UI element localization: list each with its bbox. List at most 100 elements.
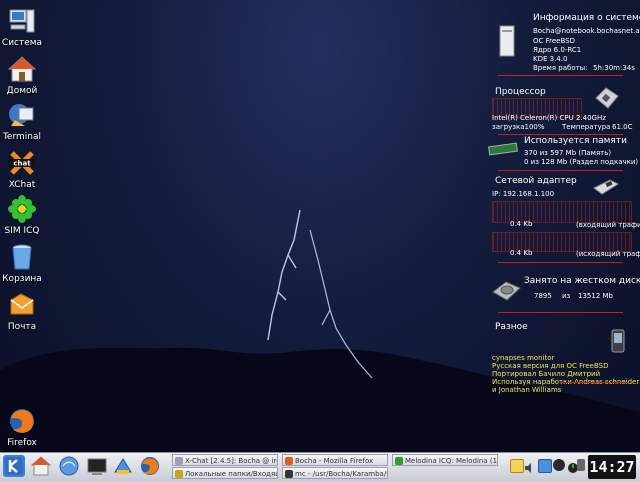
task-icq[interactable]: Melodina ICQ: Melodina (1787 bbox=[392, 454, 498, 466]
cpu-title: Процессор bbox=[495, 87, 546, 97]
desktop-icon-label: Корзина bbox=[2, 274, 42, 284]
network-in-label: (входящий трафик) bbox=[576, 221, 640, 229]
kmail-icon bbox=[114, 458, 132, 474]
firefox-icon bbox=[141, 457, 159, 475]
desktop-icon-label: Terminal bbox=[2, 132, 42, 142]
sysinfo-kde: KDE 3.4.0 bbox=[533, 55, 568, 63]
divider bbox=[498, 170, 623, 171]
task-label: mc - /usr/Bocha/Karamba/frenc bbox=[295, 470, 387, 478]
desktop-icon-label: Почта bbox=[7, 322, 37, 332]
network-card-icon bbox=[593, 179, 620, 195]
trash-icon bbox=[12, 244, 32, 270]
xchat-icon: chat bbox=[9, 151, 35, 175]
misc-line-3: Портировал Бачило Дмитрий bbox=[492, 370, 601, 378]
task-kmail[interactable]: Локальные папки/Входящ bbox=[172, 467, 278, 479]
cpu-chip-icon bbox=[595, 87, 619, 109]
desktop-icon-label: Система bbox=[1, 38, 43, 48]
cpu-temp-label: Температура bbox=[562, 123, 611, 131]
firefox-icon bbox=[285, 457, 293, 465]
kmail-launcher[interactable] bbox=[112, 455, 134, 477]
desktop-icon-label: SIM ICQ bbox=[4, 226, 40, 236]
mail-icon bbox=[10, 293, 34, 315]
divider bbox=[498, 312, 623, 313]
misc-line-5: и Jonathan Williams bbox=[492, 386, 562, 394]
svg-text:chat: chat bbox=[13, 160, 31, 168]
network-in-rate: 0.4 Kb bbox=[510, 220, 533, 228]
desktop-icon-home[interactable]: Домой bbox=[0, 54, 44, 96]
task-label: Bocha - Mozilla Firefox bbox=[295, 457, 374, 465]
memory-swap: 0 из 128 Mb (Раздел подкачки) bbox=[524, 158, 639, 166]
divider bbox=[498, 134, 623, 135]
konqueror-icon bbox=[59, 456, 79, 476]
icq-flower-icon bbox=[395, 457, 403, 465]
monitor-icon[interactable] bbox=[577, 459, 585, 471]
volume-icon[interactable] bbox=[524, 459, 536, 473]
clock[interactable]: 14:27 bbox=[588, 455, 636, 479]
sysinfo-host: Bocha@notebook.bochasnet.acac bbox=[533, 27, 640, 35]
task-xchat[interactable]: X-Chat [2.4.5]: Bocha @ irc.ru bbox=[172, 454, 278, 466]
disk-title: Занято на жестком диске bbox=[524, 276, 640, 286]
sysinfo-uptime-label: Время работы: bbox=[533, 64, 588, 72]
pc-tower-icon bbox=[499, 25, 515, 57]
terminal-icon bbox=[285, 470, 293, 478]
kde-menu-icon bbox=[5, 457, 23, 475]
divider bbox=[498, 262, 623, 263]
desktop-icon-label: Домой bbox=[6, 86, 38, 96]
disk-used: 7895 bbox=[534, 292, 552, 300]
firefox-launcher[interactable] bbox=[139, 455, 161, 477]
desktop-icon-xchat[interactable]: chat XChat bbox=[0, 148, 44, 190]
network-out-label: (исходящий трафик) bbox=[576, 250, 640, 258]
system-monitor-widget: Информация о системе Bocha@notebook.boch… bbox=[488, 8, 640, 398]
cpu-temp: 61.0C bbox=[612, 123, 633, 131]
pda-icon bbox=[611, 329, 625, 353]
sysinfo-os: ОС FreeBSD bbox=[533, 37, 575, 45]
desktop-icon-system[interactable]: Система bbox=[0, 6, 44, 48]
cpu-model: Intel(R) Celeron(R) CPU 2.40GHz bbox=[492, 114, 606, 122]
firefox-icon bbox=[10, 409, 34, 433]
cpu-load: загрузка100% bbox=[492, 123, 545, 131]
desktop-icon-sim-icq[interactable]: SIM ICQ bbox=[0, 194, 44, 236]
misc-line-1: cynapses monitor bbox=[492, 354, 555, 362]
kde-menu-button[interactable] bbox=[3, 455, 25, 477]
divider bbox=[558, 382, 628, 383]
task-firefox[interactable]: Bocha - Mozilla Firefox bbox=[282, 454, 388, 466]
desktop-icon-mail[interactable]: Почта bbox=[0, 290, 44, 332]
task-label: Локальные папки/Входящ bbox=[185, 470, 278, 478]
sysinfo-uptime: 5h:30m:34s bbox=[593, 64, 635, 72]
terminal-icon bbox=[9, 104, 34, 126]
terminal-launcher[interactable] bbox=[86, 455, 108, 477]
computer-icon bbox=[9, 9, 35, 33]
network-out-rate: 0.4 Kb bbox=[510, 249, 533, 257]
divider bbox=[498, 75, 623, 76]
misc-line-2: Русская версия для ОС FreeBSD bbox=[492, 362, 609, 370]
xchat-icon bbox=[175, 457, 183, 465]
task-label: X-Chat [2.4.5]: Bocha @ irc.ru bbox=[185, 457, 277, 465]
memory-ram: 370 из 597 Mb (Память) bbox=[524, 149, 612, 157]
konqueror-launcher[interactable] bbox=[58, 455, 80, 477]
kdict-icon[interactable] bbox=[510, 459, 524, 473]
desktop-icon-firefox[interactable]: Firefox bbox=[0, 406, 44, 448]
memory-title: Используется памяти bbox=[524, 136, 627, 146]
network-title: Сетевой адаптер bbox=[495, 176, 577, 186]
misc-title: Разное bbox=[495, 322, 528, 332]
sysinfo-kernel: Ядро 6.0-RC1 bbox=[533, 46, 582, 54]
klipper-icon[interactable] bbox=[538, 459, 552, 473]
home-icon bbox=[30, 456, 52, 476]
disk-total: 13512 Mb bbox=[578, 292, 613, 300]
task-mc[interactable]: mc - /usr/Bocha/Karamba/frenc bbox=[282, 467, 388, 479]
hard-disk-icon bbox=[492, 281, 521, 301]
home-launcher[interactable] bbox=[30, 455, 52, 477]
desktop-icon-terminal[interactable]: Terminal bbox=[0, 100, 44, 142]
network-icon[interactable] bbox=[553, 459, 565, 471]
ram-module-icon bbox=[488, 142, 518, 156]
desktop-icon-label: XChat bbox=[8, 180, 36, 190]
icq-flower-icon bbox=[8, 195, 36, 223]
sysinfo-title: Информация о системе bbox=[533, 13, 640, 23]
disk-of: из bbox=[562, 292, 571, 300]
network-ip: IP: 192.168.1.100 bbox=[492, 190, 555, 198]
kde-taskbar: X-Chat [2.4.5]: Bocha @ irc.ru Bocha - M… bbox=[0, 452, 640, 481]
home-icon bbox=[7, 56, 37, 82]
desktop-icon-label: Firefox bbox=[7, 438, 37, 448]
task-label: Melodina ICQ: Melodina (1787 bbox=[405, 457, 498, 465]
desktop-icon-trash[interactable]: Корзина bbox=[0, 242, 44, 284]
